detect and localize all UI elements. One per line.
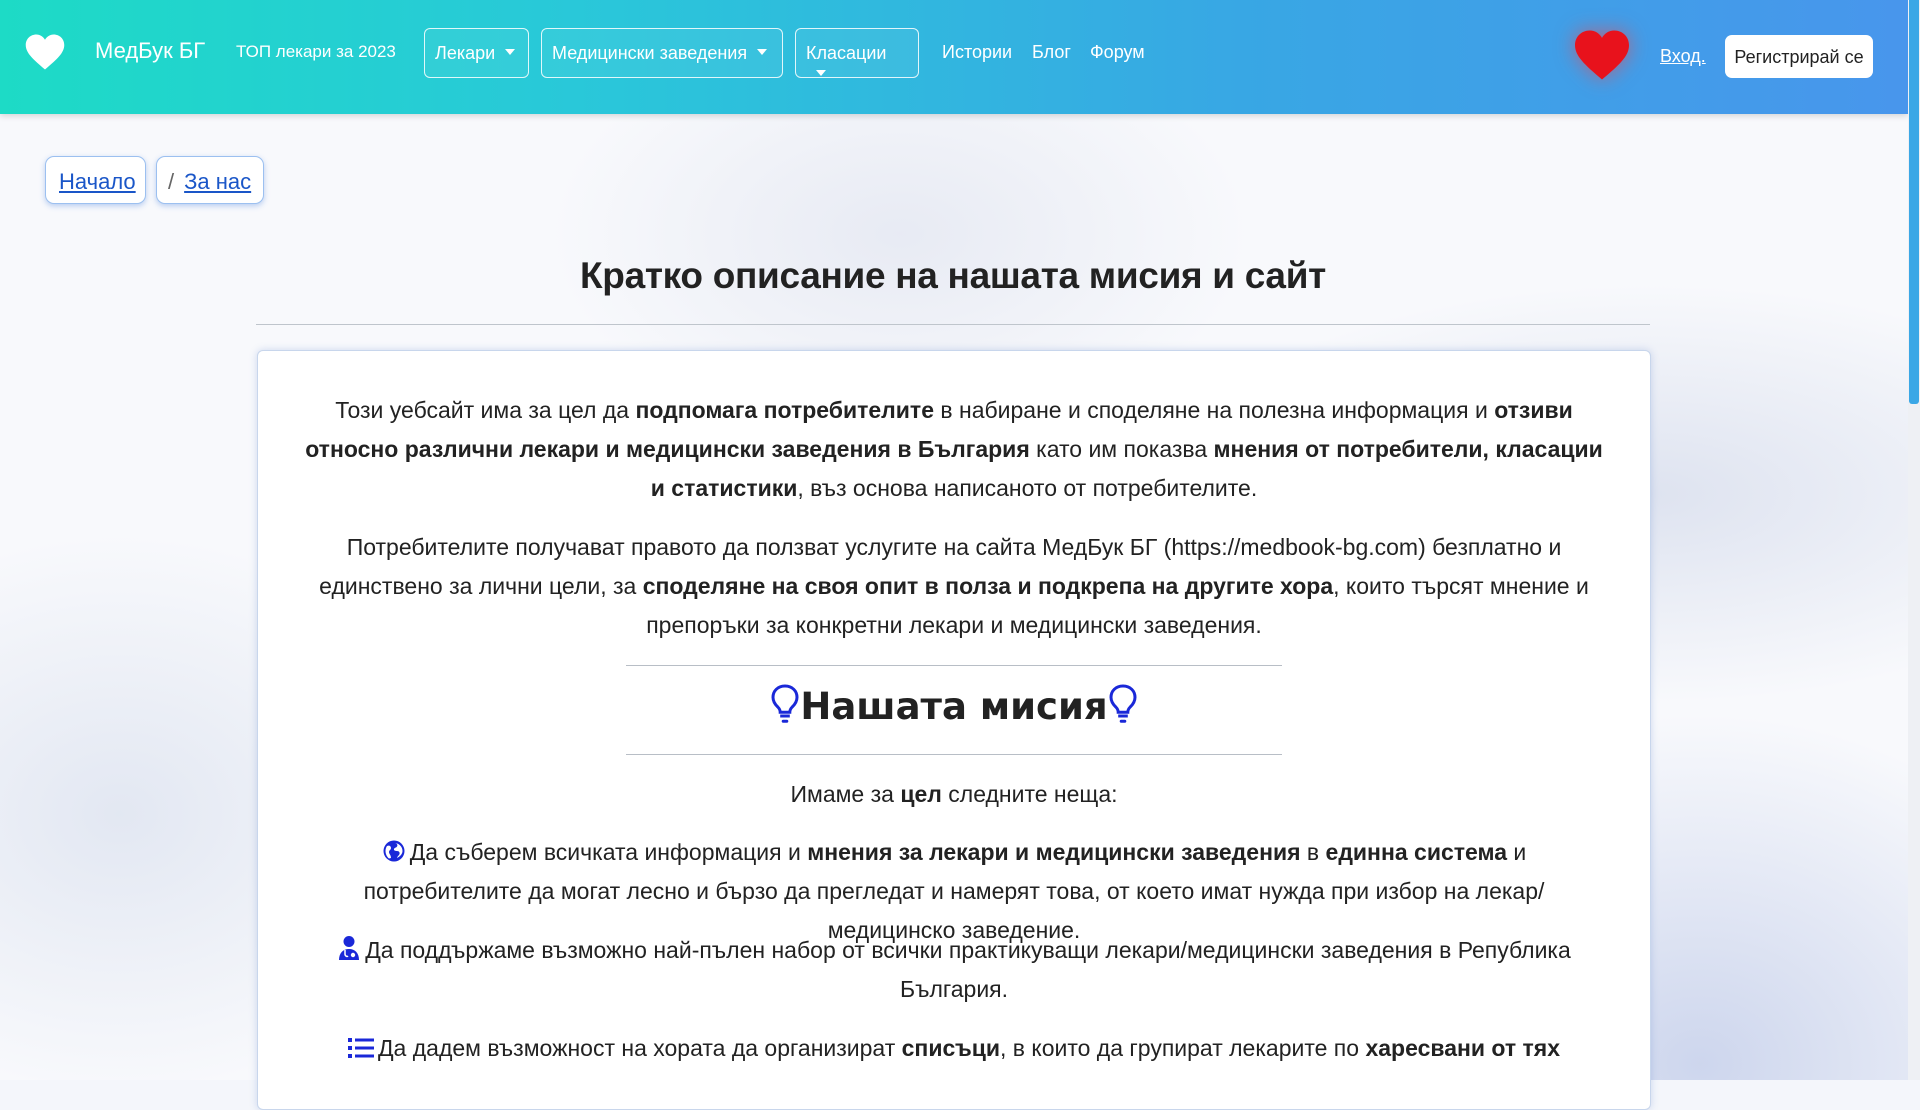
text: като им показва [1029, 436, 1214, 462]
nav-doctors-dropdown[interactable]: Лекари [424, 28, 529, 78]
breadcrumb-home-link[interactable]: Начало [59, 169, 136, 194]
mission-divider-top [626, 665, 1282, 666]
nav-rankings-dropdown[interactable]: Класации [795, 28, 919, 78]
text: , в които да групират лекарите по [1000, 1035, 1366, 1061]
list-icon [347, 1038, 374, 1058]
login-link[interactable]: Вход. [1660, 46, 1706, 67]
text: Да дадем възможност на хората да организ… [377, 1035, 902, 1061]
mission-title: Нашата мисия [800, 685, 1108, 728]
nav-forum[interactable]: Форум [1090, 42, 1145, 63]
text: в [1300, 839, 1326, 865]
mission-goal-3: Да дадем възможност на хората да организ… [300, 1029, 1608, 1068]
globe-icon [383, 840, 405, 862]
text: Този уебсайт има за цел да [335, 397, 636, 423]
brand-name[interactable]: МедБук БГ [95, 38, 205, 64]
breadcrumb-home[interactable]: Начало [45, 156, 146, 204]
breadcrumb-about-link[interactable]: За нас [184, 169, 251, 194]
text: в набиране и споделяне на полезна информ… [934, 397, 1495, 423]
nav-facilities-dropdown[interactable]: Медицински заведения [541, 28, 783, 78]
register-button[interactable]: Регистрирай се [1725, 35, 1873, 78]
breadcrumb-separator: / [168, 169, 175, 194]
chevron-down-icon [505, 49, 516, 56]
text: Имаме за [790, 781, 901, 807]
mission-lead: Имаме за цел следните неща: [300, 775, 1608, 814]
heart-icon[interactable] [1572, 28, 1632, 82]
mission-goal-2: Да поддържаме възможно най-пълен набор о… [300, 931, 1608, 1009]
text: Да поддържаме възможно най-пълен набор о… [365, 937, 1571, 1002]
chevron-down-icon [757, 49, 768, 56]
nav-top-doctors[interactable]: ТОП лекари за 2023 [236, 42, 396, 62]
title-divider [256, 324, 1650, 325]
nav-facilities-label: Медицински заведения [552, 43, 748, 63]
intro-paragraph-1: Този уебсайт има за цел да подпомага пот… [300, 391, 1608, 508]
lightbulb-icon [1109, 684, 1137, 723]
page-title: Кратко описание на нашата мисия и сайт [580, 255, 1326, 296]
top-navbar: МедБук БГ ТОП лекари за 2023 Лекари Меди… [0, 0, 1908, 114]
text: следните неща: [941, 781, 1118, 807]
mission-heading: Нашата мисия [626, 683, 1282, 728]
emphasis: цел [900, 781, 942, 807]
text: Да съберем всичката информация и [409, 839, 808, 865]
emphasis: харесвани от тях [1365, 1035, 1561, 1061]
emphasis: единна система [1325, 839, 1508, 865]
emphasis: списъци [901, 1035, 1000, 1061]
nav-rankings-label: Класации [806, 43, 887, 63]
chevron-down-icon [816, 70, 826, 77]
heart-icon[interactable] [24, 32, 66, 72]
nav-doctors-label: Лекари [435, 43, 496, 63]
emphasis: споделяне на своя опит в полза и подкреп… [642, 573, 1334, 599]
scrollbar-thumb[interactable] [1909, 0, 1919, 404]
breadcrumb-about[interactable]: / За нас [156, 156, 264, 204]
lightbulb-icon [771, 684, 799, 723]
text: , въз основа написаното от потребителите… [797, 475, 1258, 501]
emphasis: мнения за лекари и медицински заведения [807, 839, 1301, 865]
nav-blog[interactable]: Блог [1032, 42, 1071, 63]
doctor-icon [339, 936, 360, 960]
emphasis: подпомага потребителите [635, 397, 934, 423]
intro-paragraph-2: Потребителите получават правото да ползв… [300, 528, 1608, 645]
nav-stories[interactable]: Истории [942, 42, 1012, 63]
mission-divider-bottom [626, 754, 1282, 755]
